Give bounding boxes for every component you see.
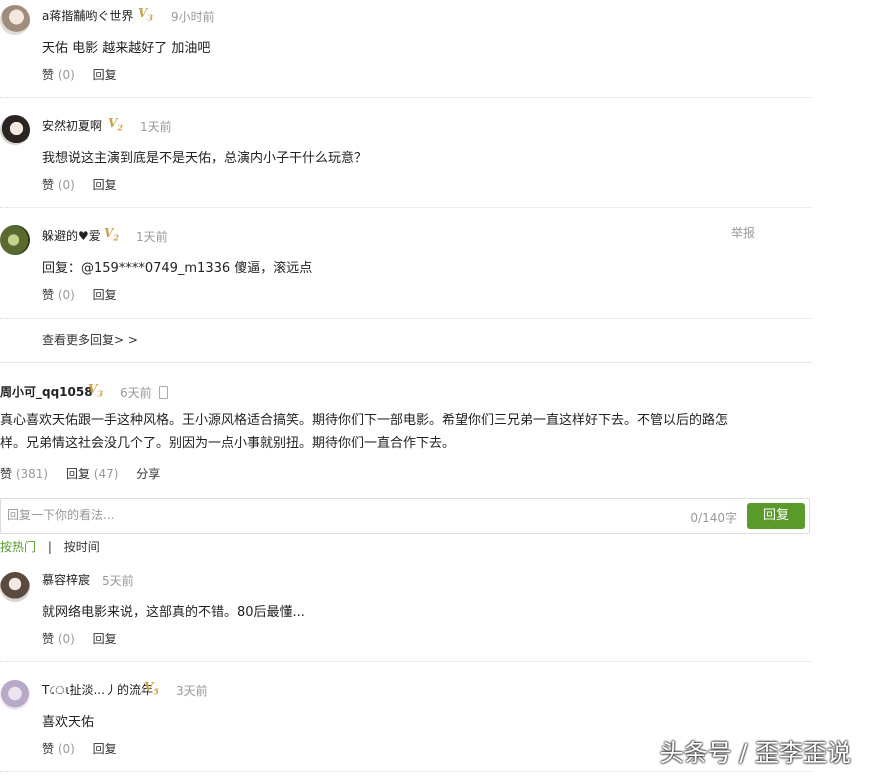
like-button[interactable]: 赞 (0) bbox=[42, 178, 75, 192]
sort-by-hot[interactable]: 按热门 bbox=[0, 540, 36, 554]
vip-badge-icon: V5 bbox=[144, 680, 159, 697]
char-counter: 0/140字 bbox=[690, 511, 737, 525]
like-button[interactable]: 赞 (0) bbox=[42, 742, 75, 756]
share-button[interactable]: 分享 bbox=[136, 467, 160, 481]
reply-username[interactable]: a蒋揩黼哟ぐ世界 bbox=[42, 7, 133, 24]
reply-actions: 赞 (0) 回复 bbox=[42, 630, 131, 647]
avatar[interactable] bbox=[0, 572, 30, 602]
avatar[interactable] bbox=[0, 225, 30, 255]
sort-separator: | bbox=[47, 540, 52, 554]
avatar[interactable] bbox=[0, 680, 30, 710]
reply-content: 就网络电影来说，这部真的不错。80后最懂... bbox=[42, 605, 305, 620]
divider bbox=[0, 771, 812, 772]
reply-input-box: 0/140字 回复 bbox=[0, 498, 810, 534]
like-button[interactable]: 赞 (381) bbox=[0, 467, 48, 481]
vip-badge-icon: V3 bbox=[88, 382, 103, 399]
reply-time: 5天前 bbox=[102, 574, 134, 588]
reply-time: 3天前 bbox=[176, 684, 208, 698]
report-link[interactable]: 举报 bbox=[731, 224, 755, 241]
reply-username[interactable]: 安然初夏啊 bbox=[42, 117, 102, 134]
like-button[interactable]: 赞 (0) bbox=[42, 68, 75, 82]
comment-content-line: 真心喜欢天佑跟一手这种风格。王小源风格适合搞笑。期待你们下一部电影。希望你们三兄… bbox=[0, 413, 729, 428]
comment-username[interactable]: 周小可_qq1058 bbox=[0, 383, 93, 400]
view-more-replies-link[interactable]: 查看更多回复> > bbox=[42, 331, 138, 348]
avatar[interactable] bbox=[0, 5, 30, 35]
comment-content: 真心喜欢天佑跟一手这种风格。王小源风格适合搞笑。期待你们下一部电影。希望你们三兄… bbox=[0, 409, 800, 455]
reply-button[interactable]: 回复 (47) bbox=[66, 467, 118, 481]
divider bbox=[0, 97, 812, 98]
reply-time: 1天前 bbox=[136, 230, 168, 244]
avatar[interactable] bbox=[0, 115, 30, 145]
divider bbox=[0, 661, 812, 662]
reply-button[interactable]: 回复 bbox=[93, 742, 117, 756]
reply-button[interactable]: 回复 bbox=[93, 632, 117, 646]
reply-time: 9小时前 bbox=[171, 10, 215, 24]
vip-badge-icon: V3 bbox=[138, 6, 153, 23]
like-button[interactable]: 赞 (0) bbox=[42, 288, 75, 302]
submit-reply-button[interactable]: 回复 bbox=[747, 503, 805, 529]
sort-by-time[interactable]: 按时间 bbox=[64, 540, 100, 554]
comment-time: 6天前 bbox=[120, 386, 152, 400]
reply-username[interactable]: 慕容梓宸 bbox=[42, 571, 90, 588]
reply-content: 回复：@159****0749_m1336 傻逼，滚远点 bbox=[42, 261, 313, 276]
sort-options: 按热门 | 按时间 bbox=[0, 538, 100, 555]
reply-content: 我想说这主演到底是不是天佑，总演内小子干什么玩意？ bbox=[42, 151, 368, 166]
reply-username[interactable]: 躲避的♥爱 bbox=[42, 227, 101, 244]
mobile-phone-icon bbox=[159, 386, 168, 399]
vip-badge-icon: V2 bbox=[104, 226, 119, 243]
reply-actions: 赞 (0) 回复 bbox=[42, 740, 131, 757]
comment-actions: 赞 (381) 回复 (47) 分享 bbox=[0, 465, 174, 482]
reply-content: 天佑 电影 越来越好了 加油吧 bbox=[42, 41, 211, 56]
reply-time: 1天前 bbox=[140, 120, 172, 134]
reply-button[interactable]: 回复 bbox=[93, 68, 117, 82]
reply-actions: 赞 (0) 回复 bbox=[42, 286, 131, 303]
reply-content: 喜欢天佑 bbox=[42, 715, 95, 730]
reply-button[interactable]: 回复 bbox=[93, 288, 117, 302]
reply-input[interactable] bbox=[5, 507, 609, 523]
watermark: 头条号 / 歪李歪说 bbox=[659, 739, 851, 767]
divider bbox=[0, 362, 812, 363]
reply-button[interactable]: 回复 bbox=[93, 178, 117, 192]
reply-actions: 赞 (0) 回复 bbox=[42, 176, 131, 193]
like-button[interactable]: 赞 (0) bbox=[42, 632, 75, 646]
divider bbox=[0, 207, 812, 208]
reply-username[interactable]: Tেι扯淡...丿的流年 bbox=[42, 681, 153, 702]
divider bbox=[0, 318, 812, 319]
vip-badge-icon: V2 bbox=[108, 116, 123, 133]
reply-actions: 赞 (0) 回复 bbox=[42, 66, 131, 83]
comment-content-line: 样。兄弟情这社会没几个了。别因为一点小事就别扭。期待你们一直合作下去。 bbox=[0, 436, 456, 451]
